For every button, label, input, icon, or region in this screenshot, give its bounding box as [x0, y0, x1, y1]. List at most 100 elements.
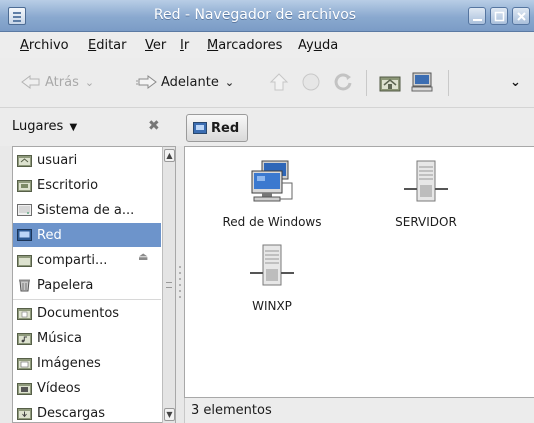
home-button[interactable]	[378, 68, 402, 96]
scrollbar-grip[interactable]	[166, 282, 172, 288]
reload-button[interactable]	[332, 68, 354, 96]
filesystem-icon	[17, 203, 32, 217]
close-button[interactable]	[512, 7, 530, 25]
status-bar: 3 elementos	[184, 398, 534, 423]
sidebar-item-videos[interactable]: Vídeos	[13, 376, 161, 400]
shared-folder-icon	[17, 253, 32, 267]
sidebar-item-label: Imágenes	[37, 355, 101, 371]
breadcrumb-current[interactable]: Red	[186, 114, 249, 142]
trash-icon	[17, 278, 32, 292]
sidebar-item-label: Vídeos	[37, 380, 81, 396]
places-selector[interactable]: Lugares ▼	[12, 119, 77, 134]
sidebar-item-escritorio[interactable]: Escritorio	[13, 173, 161, 197]
sidebar-item-label: Música	[37, 330, 82, 346]
sidebar-item-label: Descargas	[37, 405, 106, 421]
close-icon	[517, 12, 526, 21]
maximize-icon	[494, 11, 505, 22]
sidebar-item-documentos[interactable]: Documentos	[13, 301, 161, 325]
sidebar-scrollbar[interactable]: ▲ ▼	[162, 146, 176, 423]
back-button[interactable]: Atrás ⌄	[20, 68, 94, 96]
minimize-icon	[473, 19, 482, 21]
sidebar: usuari Escritorio Sistema de a... Red co…	[12, 146, 176, 423]
sidebar-item-label: Red	[37, 227, 62, 243]
windows-network-icon	[251, 160, 293, 202]
menu-bar: Archivo Editar Ver Ir Marcadores Ayuda	[0, 32, 534, 58]
window-menu-icon[interactable]	[8, 7, 26, 25]
file-item[interactable]: SERVIDOR	[351, 159, 501, 229]
forward-history-chevron-icon[interactable]: ⌄	[225, 76, 234, 89]
stop-button[interactable]	[300, 68, 322, 96]
sidebar-item-red[interactable]: Red	[13, 223, 161, 247]
menu-label: Archivo	[20, 38, 69, 53]
file-label: Red de Windows	[222, 215, 322, 229]
menu-ayuda[interactable]: Ayuda	[298, 38, 338, 53]
computer-button[interactable]	[410, 68, 434, 96]
network-icon	[193, 122, 207, 134]
sidebar-item-sistema[interactable]: Sistema de a...	[13, 198, 161, 222]
status-text: 3 elementos	[191, 403, 272, 418]
sidebar-item-imagenes[interactable]: Imágenes	[13, 351, 161, 375]
menu-editar[interactable]: Editar	[88, 38, 127, 53]
sidebar-item-label: Sistema de a...	[37, 202, 135, 218]
menu-label: Ayuda	[298, 38, 339, 53]
desktop-folder-icon	[17, 178, 32, 192]
menu-ver[interactable]: Ver	[145, 38, 166, 53]
forward-button[interactable]: Adelante ⌄	[135, 68, 234, 96]
file-label: WINXP	[252, 299, 292, 313]
scroll-up-icon[interactable]: ▲	[164, 149, 175, 162]
eject-icon[interactable]: ⏏	[138, 250, 148, 263]
menu-label: Ver	[145, 38, 167, 53]
minimize-button[interactable]	[468, 7, 486, 25]
menu-archivo[interactable]: Archivo	[20, 38, 69, 53]
file-label: SERVIDOR	[395, 215, 457, 229]
maximize-button[interactable]	[490, 7, 508, 25]
toolbar-overflow-button[interactable]: ⌄	[510, 68, 521, 96]
places-label: Lugares	[12, 119, 64, 134]
documents-folder-icon	[17, 306, 32, 320]
menu-ir[interactable]: Ir	[180, 38, 189, 53]
places-dropdown-icon: ▼	[69, 122, 78, 133]
sidebar-item-label: Documentos	[37, 305, 120, 321]
sidebar-item-label: comparti...	[37, 252, 108, 268]
sidebar-item-usuari[interactable]: usuari	[13, 148, 161, 172]
back-icon	[21, 75, 40, 89]
sidebar-item-descargas[interactable]: Descargas	[13, 401, 161, 422]
reload-icon	[334, 73, 352, 91]
location-bar: Lugares ▼ ✖ Red	[0, 108, 534, 146]
back-history-chevron-icon[interactable]: ⌄	[85, 76, 94, 89]
forward-label: Adelante	[161, 74, 219, 90]
network-icon	[17, 228, 32, 242]
pane-splitter[interactable]	[176, 146, 184, 423]
pictures-folder-icon	[17, 356, 32, 370]
music-folder-icon	[17, 331, 32, 345]
toolbar-separator-2	[448, 70, 449, 96]
window-title: Red - Navegador de archivos	[153, 7, 357, 23]
sidebar-item-label: Escritorio	[37, 177, 99, 193]
menu-marcadores[interactable]: Marcadores	[207, 38, 282, 53]
up-icon	[269, 73, 289, 91]
file-view: Red de Windows SERVIDOR WINXP	[184, 146, 534, 398]
computer-icon	[411, 72, 433, 92]
toolbar-separator	[366, 70, 367, 96]
scroll-down-icon[interactable]: ▼	[164, 408, 175, 421]
sidebar-item-label: usuari	[37, 152, 78, 168]
sidebar-item-musica[interactable]: Música	[13, 326, 161, 350]
downloads-folder-icon	[17, 406, 32, 420]
menu-label: Marcadores	[207, 38, 283, 53]
videos-folder-icon	[17, 381, 32, 395]
sidebar-item-papelera[interactable]: Papelera	[13, 273, 161, 297]
title-bar[interactable]: Red - Navegador de archivos	[0, 0, 534, 32]
menu-label: Editar	[88, 38, 127, 53]
menu-label: Ir	[180, 38, 190, 53]
sidebar-separator	[13, 299, 161, 300]
server-icon	[250, 244, 294, 286]
file-item[interactable]: WINXP	[197, 243, 347, 313]
sidebar-item-label: Papelera	[37, 277, 94, 293]
toolbar: Atrás ⌄ Adelante ⌄ ⌄	[0, 58, 534, 108]
up-button[interactable]	[268, 68, 290, 96]
home-icon	[379, 76, 401, 92]
close-sidebar-icon[interactable]: ✖	[148, 118, 160, 134]
server-icon	[404, 160, 448, 202]
home-folder-icon	[17, 153, 32, 167]
file-item[interactable]: Red de Windows	[197, 159, 347, 229]
